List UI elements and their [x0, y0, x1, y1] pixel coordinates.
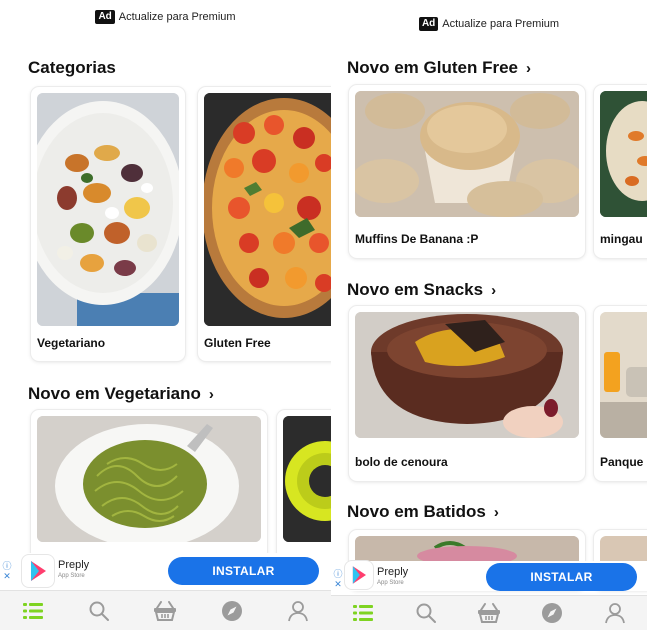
pesto-pasta-image	[37, 416, 261, 542]
recipe-image-muffins	[355, 91, 579, 217]
recipe-image-panqueca	[600, 312, 647, 438]
recipe-card-muffins[interactable]: Muffins De Banana :P	[349, 85, 585, 258]
pancake-image	[600, 312, 647, 438]
gluten-free-section-title[interactable]: Novo em Gluten Free ›	[347, 58, 531, 78]
profile-icon[interactable]	[283, 596, 313, 626]
profile-icon[interactable]	[600, 598, 630, 628]
preply-logo-icon	[22, 555, 54, 587]
compass-icon[interactable]	[217, 596, 247, 626]
recipe-image-next	[283, 416, 331, 542]
list-icon[interactable]	[18, 596, 48, 626]
category-card-vegetariano[interactable]: Vegetariano	[31, 87, 185, 361]
basket-icon[interactable]	[150, 596, 180, 626]
search-icon[interactable]	[411, 598, 441, 628]
batidos-section-title[interactable]: Novo em Batidos ›	[347, 502, 499, 522]
mingau-image	[600, 91, 647, 217]
category-image-gluten-free	[204, 93, 331, 326]
right-screen: Ad Actualize para Premium Novo em Gluten…	[331, 0, 647, 630]
snacks-section-title[interactable]: Novo em Snacks ›	[347, 280, 496, 300]
bottom-navigation	[331, 595, 647, 630]
install-button[interactable]: INSTALAR	[486, 563, 637, 591]
left-screen: Ad Actualize para Premium Categorias Veg…	[0, 0, 331, 630]
vegetable-dish-image	[37, 93, 179, 326]
category-card-gluten-free[interactable]: Gluten Free	[198, 87, 331, 361]
carrot-cake-image	[355, 312, 579, 438]
ad-app-store: App Store	[58, 573, 85, 579]
tomato-tart-image	[204, 93, 331, 326]
categories-title: Categorias	[28, 58, 116, 77]
premium-ad-text: Actualize para Premium	[442, 18, 560, 30]
app-install-ad: ⓘ ✕ Preply App Store INSTALAR	[0, 553, 331, 589]
recipe-label-mingau: mingau	[600, 232, 643, 246]
category-label-vegetariano: Vegetariano	[37, 336, 106, 350]
recipe-image-pasta	[37, 416, 261, 542]
premium-ad-banner[interactable]: Ad Actualize para Premium	[331, 17, 647, 31]
recipe-card-mingau[interactable]: mingau	[594, 85, 647, 258]
ad-badge: Ad	[418, 17, 439, 31]
ad-app-store: App Store	[377, 580, 404, 586]
category-label-gluten-free: Gluten Free	[204, 336, 271, 350]
lime-doily-image	[283, 416, 331, 542]
ad-info-icon[interactable]: ⓘ ✕	[333, 569, 343, 589]
ad-info-icon[interactable]: ⓘ ✕	[2, 561, 12, 581]
recipe-label-panqueca: Panque	[600, 455, 644, 469]
category-image-vegetariano	[37, 93, 179, 326]
chevron-right-icon: ›	[491, 281, 497, 299]
chevron-right-icon: ›	[525, 59, 531, 77]
ad-badge: Ad	[95, 10, 115, 24]
premium-ad-text: Actualize para Premium	[118, 11, 236, 23]
preply-logo-icon	[345, 561, 373, 589]
install-button[interactable]: INSTALAR	[168, 557, 319, 585]
banana-muffins-image	[355, 91, 579, 217]
ad-app-name: Preply	[377, 566, 409, 578]
premium-ad-banner[interactable]: Ad Actualize para Premium	[0, 10, 331, 24]
chevron-right-icon: ›	[493, 503, 499, 521]
ad-app-name: Preply	[58, 559, 90, 571]
recipe-card-panqueca[interactable]: Panque	[594, 306, 647, 481]
compass-icon[interactable]	[537, 598, 567, 628]
recipe-label-bolo-cenoura: bolo de cenoura	[355, 455, 448, 469]
chevron-right-icon: ›	[208, 385, 214, 403]
app-install-ad: ⓘ ✕ Preply App Store INSTALAR	[331, 561, 647, 591]
recipe-image-mingau	[600, 91, 647, 217]
bottom-navigation	[0, 590, 331, 630]
recipe-image-bolo-cenoura	[355, 312, 579, 438]
recipe-label-muffins: Muffins De Banana :P	[355, 232, 479, 246]
basket-icon[interactable]	[474, 598, 504, 628]
recipe-card-next[interactable]	[277, 410, 331, 560]
search-icon[interactable]	[84, 596, 114, 626]
vegetarian-section-title[interactable]: Novo em Vegetariano ›	[28, 384, 214, 404]
recipe-card-bolo-cenoura[interactable]: bolo de cenoura	[349, 306, 585, 481]
recipe-card-pasta[interactable]	[31, 410, 267, 560]
list-icon[interactable]	[348, 598, 378, 628]
